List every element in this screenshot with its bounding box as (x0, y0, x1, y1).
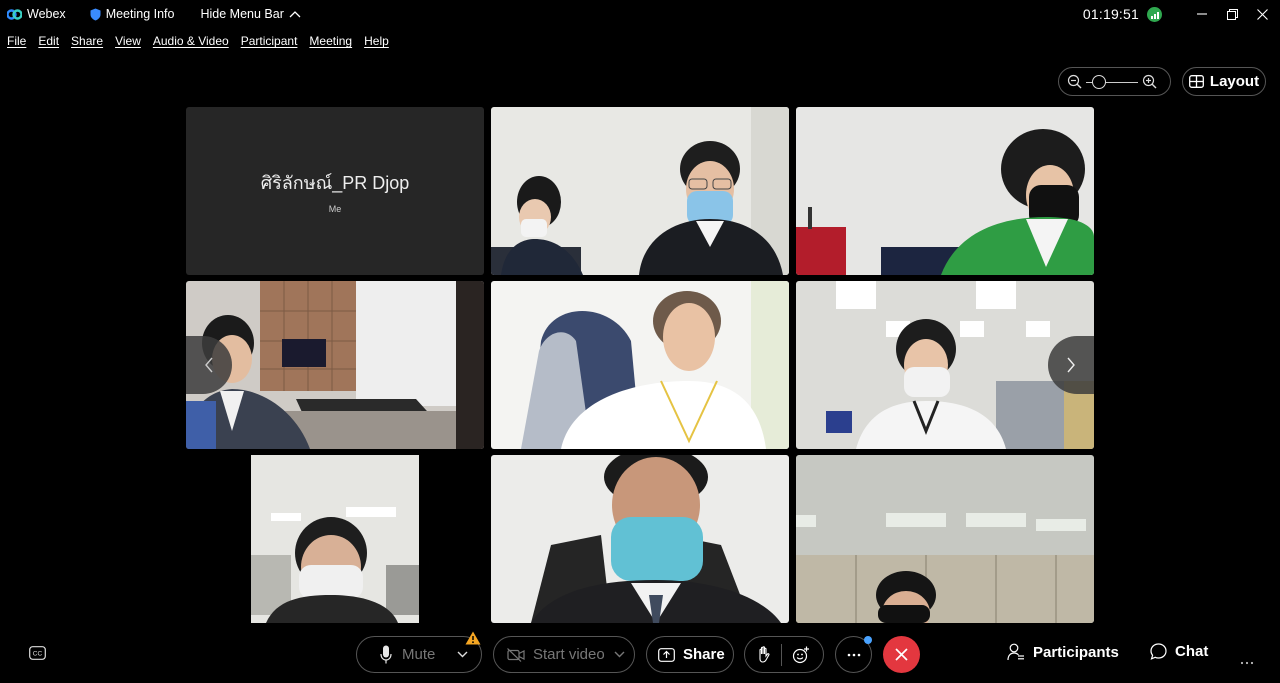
participants-icon (1007, 643, 1024, 661)
meeting-info-button[interactable]: Meeting Info (90, 7, 175, 21)
meeting-info-label: Meeting Info (105, 7, 175, 21)
participant-name: ศิริลักษณ์_PR Djop (260, 173, 410, 193)
video-tile-participant[interactable] (491, 455, 789, 623)
share-label: Share (683, 646, 725, 663)
emoji-reaction-icon[interactable] (792, 646, 810, 664)
menu-file[interactable]: File (7, 34, 26, 48)
more-dots-icon (1240, 661, 1254, 665)
more-dots-icon (847, 653, 860, 656)
video-off-icon (507, 647, 525, 662)
me-label: Me (328, 204, 342, 214)
hide-menu-label: Hide Menu Bar (200, 7, 284, 21)
video-tile-participant[interactable] (796, 281, 1094, 449)
chat-button[interactable]: Chat (1150, 643, 1208, 660)
zoom-knob[interactable] (1092, 74, 1106, 89)
notification-dot (864, 636, 872, 644)
hide-menu-bar-button[interactable]: Hide Menu Bar (200, 7, 305, 21)
participants-label: Participants (1033, 643, 1119, 661)
closed-captions-icon: CC (29, 646, 46, 660)
video-feed (491, 107, 789, 275)
zoom-slider[interactable] (1086, 74, 1138, 89)
mute-label: Mute (402, 646, 436, 663)
more-options-button[interactable] (835, 636, 872, 673)
close-window-button[interactable] (1248, 0, 1276, 28)
minimize-icon (1197, 13, 1207, 15)
reactions-group (744, 636, 824, 673)
svg-text:CC: CC (33, 651, 43, 658)
video-feed (796, 107, 1094, 275)
menu-meeting[interactable]: Meeting (309, 34, 352, 48)
video-feed (491, 455, 789, 623)
chevron-left-icon (205, 357, 213, 373)
chevron-up-icon (289, 11, 301, 18)
share-button[interactable]: Share (646, 636, 734, 673)
warning-icon (465, 631, 481, 645)
network-signal-icon[interactable] (1147, 6, 1162, 22)
zoom-out-icon[interactable] (1067, 74, 1082, 89)
microphone-icon (380, 645, 392, 664)
chevron-right-icon (1067, 357, 1075, 373)
video-tile-participant[interactable] (186, 281, 484, 449)
zoom-in-icon[interactable] (1142, 74, 1157, 89)
menu-participant[interactable]: Participant (241, 34, 298, 48)
chat-bubble-icon (1150, 643, 1167, 660)
minimize-button[interactable] (1188, 0, 1216, 28)
layout-label: Layout (1209, 73, 1260, 90)
participants-button[interactable]: Participants (1007, 643, 1119, 661)
menu-share[interactable]: Share (71, 34, 103, 48)
divider (781, 643, 782, 666)
menu-edit[interactable]: Edit (38, 34, 59, 48)
video-tile-participant[interactable] (186, 455, 484, 623)
layout-button[interactable]: Layout (1182, 67, 1266, 96)
shield-icon (90, 8, 101, 20)
video-feed (186, 455, 484, 623)
raise-hand-icon[interactable] (757, 646, 771, 663)
layout-grid-icon (1188, 75, 1204, 88)
menu-help[interactable]: Help (364, 34, 389, 48)
webex-app[interactable]: Webex (7, 7, 66, 21)
chevron-down-icon[interactable] (614, 651, 625, 658)
start-video-button[interactable]: Start video (493, 636, 635, 673)
restore-icon (1226, 8, 1238, 20)
chevron-down-icon[interactable] (457, 651, 468, 658)
app-name: Webex (27, 7, 66, 21)
menu-view[interactable]: View (115, 34, 141, 48)
menu-audio-video[interactable]: Audio & Video (153, 34, 229, 48)
meeting-controls-bar: CC Mute Start video Share Participants C… (0, 630, 1280, 680)
captions-button[interactable]: CC (29, 646, 46, 665)
close-icon (895, 648, 908, 661)
meeting-timer: 01:19:51 (1082, 6, 1139, 22)
video-tile-participant[interactable] (491, 281, 789, 449)
restore-button[interactable] (1218, 0, 1246, 28)
zoom-control (1058, 67, 1171, 96)
title-bar: Webex Meeting Info Hide Menu Bar 01:19:5… (0, 0, 1280, 28)
share-screen-icon (658, 647, 675, 662)
video-tile-me[interactable]: ศิริลักษณ์_PR Djop Me (186, 107, 484, 275)
video-feed (796, 455, 1094, 623)
more-panels-button[interactable] (1240, 652, 1254, 670)
chat-label: Chat (1175, 643, 1209, 660)
webex-logo-icon (7, 8, 22, 20)
video-grid: ศิริลักษณ์_PR Djop Me (186, 107, 1094, 623)
menu-bar: File Edit Share View Audio & Video Parti… (0, 30, 401, 52)
video-tile-participant[interactable] (796, 107, 1094, 275)
start-video-label: Start video (533, 646, 605, 663)
video-feed (491, 281, 789, 449)
video-tile-participant[interactable] (796, 455, 1094, 623)
video-tile-participant[interactable] (491, 107, 789, 275)
mute-button[interactable]: Mute (356, 631, 482, 673)
leave-meeting-button[interactable] (883, 636, 920, 673)
close-icon (1256, 8, 1268, 20)
